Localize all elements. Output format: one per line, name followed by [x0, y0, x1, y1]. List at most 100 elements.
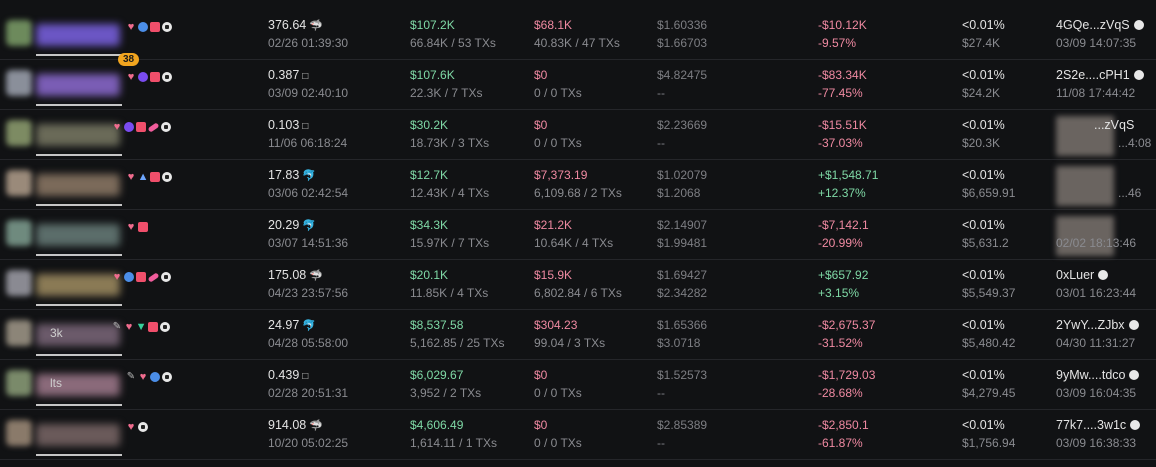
pnl-value: +$657.92 — [818, 268, 869, 282]
holding-value: $1,756.94 — [962, 436, 1016, 450]
bought-detail: 66.84K / 53 TXs — [410, 36, 496, 50]
table-row[interactable]: ♥ 20.29 🐬 03/07 14:51:36 $34.3K 15.97K / 7 TX… — [0, 210, 1156, 260]
wallet-icon — [162, 372, 172, 382]
avatar[interactable] — [6, 70, 32, 96]
trader-name-blurred[interactable] — [36, 124, 120, 146]
verified-icon — [150, 372, 160, 382]
balance-cell: 17.83 🐬 — [268, 168, 316, 182]
wallet-icon — [1130, 420, 1141, 430]
sold-detail: 99.04 / 3 TXs — [534, 336, 606, 350]
trader-name-blurred[interactable] — [36, 424, 120, 446]
bought-value: $30.2K — [410, 118, 449, 132]
shark-icon: 🦈 — [309, 270, 323, 282]
table-row[interactable]: ♥ 914.08 🦈 10/20 05:02:25 $4,606.49 1,614.11 … — [0, 410, 1156, 460]
name-underline — [36, 204, 122, 206]
verified-icon — [138, 22, 148, 32]
holding-value: $6,659.91 — [962, 186, 1016, 200]
balance-value: 175.08 — [268, 268, 307, 282]
edit-icon[interactable]: ✎ — [112, 322, 122, 332]
stack-icon — [138, 222, 148, 232]
pill-icon — [147, 271, 160, 283]
trader-name-blurred[interactable] — [36, 274, 120, 296]
rocket-icon: ▲ — [137, 171, 149, 183]
bought-detail: 12.43K / 4 TXs — [410, 186, 490, 200]
heart-icon: ♥ — [113, 121, 121, 133]
wallet-address-link[interactable]: 9yMw....tdco — [1056, 368, 1140, 382]
avatar[interactable] — [6, 420, 32, 446]
table-row[interactable]: ♥ 175.08 🦈 04/23 23:57:56 $20.1K 11.85K / 4 T… — [0, 260, 1156, 310]
sold-value: $0 — [534, 368, 548, 382]
avg-sell-price: -- — [657, 436, 665, 450]
balance-value: 20.29 — [268, 218, 300, 232]
name-underline — [36, 454, 122, 456]
trader-name-blurred[interactable] — [36, 24, 120, 46]
edit-icon[interactable]: ✎ — [126, 372, 136, 382]
balance-cell: 175.08 🦈 — [268, 268, 323, 282]
sold-value: $0 — [534, 118, 548, 132]
wallet-address: 2S2e....cPH1 — [1056, 68, 1130, 82]
avatar[interactable] — [6, 220, 32, 246]
sold-detail: 0 / 0 TXs — [534, 436, 582, 450]
holding-value: $27.4K — [962, 36, 1001, 50]
fish-icon: □ — [302, 371, 309, 382]
wallet-address-link[interactable]: 77k7....3w1c — [1056, 418, 1141, 432]
balance-value: 376.64 — [268, 18, 307, 32]
first-buy-time: 10/20 05:02:25 — [268, 436, 349, 450]
balance-value: 0.387 — [268, 68, 300, 82]
pnl-percent: -77.45% — [818, 86, 863, 100]
holding-value: $5,631.2 — [962, 236, 1009, 250]
wallet-icon — [1129, 370, 1140, 380]
trader-name-blurred[interactable] — [36, 224, 120, 246]
balance-value: 0.103 — [268, 118, 300, 132]
avatar[interactable] — [6, 120, 32, 146]
pill-icon — [147, 121, 160, 133]
trader-badges: ♥ — [126, 422, 148, 433]
pnl-percent: -61.87% — [818, 436, 863, 450]
heart-icon: ♥ — [139, 371, 147, 383]
table-row[interactable]: ♥ 0.103 □ 11/06 06:18:24 $30.2K 18.73K / 3 TX… — [0, 110, 1156, 160]
first-buy-time: 04/23 23:57:56 — [268, 286, 349, 300]
holding-share: <0.01% — [962, 168, 1005, 182]
bought-detail: 18.73K / 3 TXs — [410, 136, 490, 150]
table-row[interactable]: ♥ 0.387 □ 03/09 02:40:10 $107.6K 22.3K / 7 TX… — [0, 60, 1156, 110]
trader-badges: ♥ — [112, 271, 171, 283]
dolphin-icon: 🐬 — [302, 220, 316, 232]
sold-detail: 0 / 0 TXs — [534, 386, 582, 400]
avg-sell-price: $3.0718 — [657, 336, 701, 350]
bought-detail: 11.85K / 4 TXs — [410, 286, 489, 300]
wallet-address-blurred[interactable] — [1056, 166, 1114, 206]
name-underline — [36, 404, 122, 406]
table-row[interactable]: lts ✎ ♥ 0.439 □ 02/28 20:51:31 $6,029.67 3,952 … — [0, 360, 1156, 410]
wallet-address-link[interactable]: 0xLuer — [1056, 268, 1109, 282]
table-row[interactable]: 38 ♥ 376.64 🦈 02/26 01:39:30 $107.2K 66.84K / … — [0, 10, 1156, 66]
bought-value: $8,537.58 — [410, 318, 464, 332]
wallet-address-link[interactable]: 2YwY...ZJbx — [1056, 318, 1139, 332]
avg-buy-price: $4.82475 — [657, 68, 708, 82]
avatar[interactable] — [6, 170, 32, 196]
trader-name-blurred[interactable] — [36, 374, 120, 396]
trader-name-blurred[interactable] — [36, 174, 120, 196]
bought-value: $107.6K — [410, 68, 455, 82]
arrow-icon: ▼ — [135, 321, 147, 333]
holding-share: <0.01% — [962, 418, 1005, 432]
avatar[interactable] — [6, 20, 32, 46]
holding-share: <0.01% — [962, 18, 1005, 32]
wallet-address: 9yMw....tdco — [1056, 368, 1126, 382]
avatar[interactable] — [6, 370, 32, 396]
table-row[interactable]: 3k ✎ ♥ ▼ 24.97 🐬 04/28 05:58:00 $8,537.58 5,162.… — [0, 310, 1156, 360]
avatar[interactable] — [6, 270, 32, 296]
avg-sell-price: -- — [657, 136, 665, 150]
wallet-address: 77k7....3w1c — [1056, 418, 1127, 432]
bought-detail: 3,952 / 2 TXs — [410, 386, 482, 400]
trader-badges: ♥ — [126, 22, 172, 33]
trader-name-blurred[interactable] — [36, 324, 120, 346]
trader-name-blurred[interactable] — [36, 74, 120, 96]
table-row[interactable]: ♥ ▲ 17.83 🐬 03/06 02:42:54 $12.7K 12.43K / 4 T… — [0, 160, 1156, 210]
wallet-address-link[interactable]: 2S2e....cPH1 — [1056, 68, 1144, 82]
sold-value: $15.9K — [534, 268, 573, 282]
verified-icon — [124, 272, 134, 282]
wallet-address-link[interactable]: 4GQe...zVqS — [1056, 18, 1144, 32]
pnl-value: -$83.34K — [818, 68, 867, 82]
trader-badges: ♥ ▲ — [126, 171, 172, 183]
avatar[interactable] — [6, 320, 32, 346]
